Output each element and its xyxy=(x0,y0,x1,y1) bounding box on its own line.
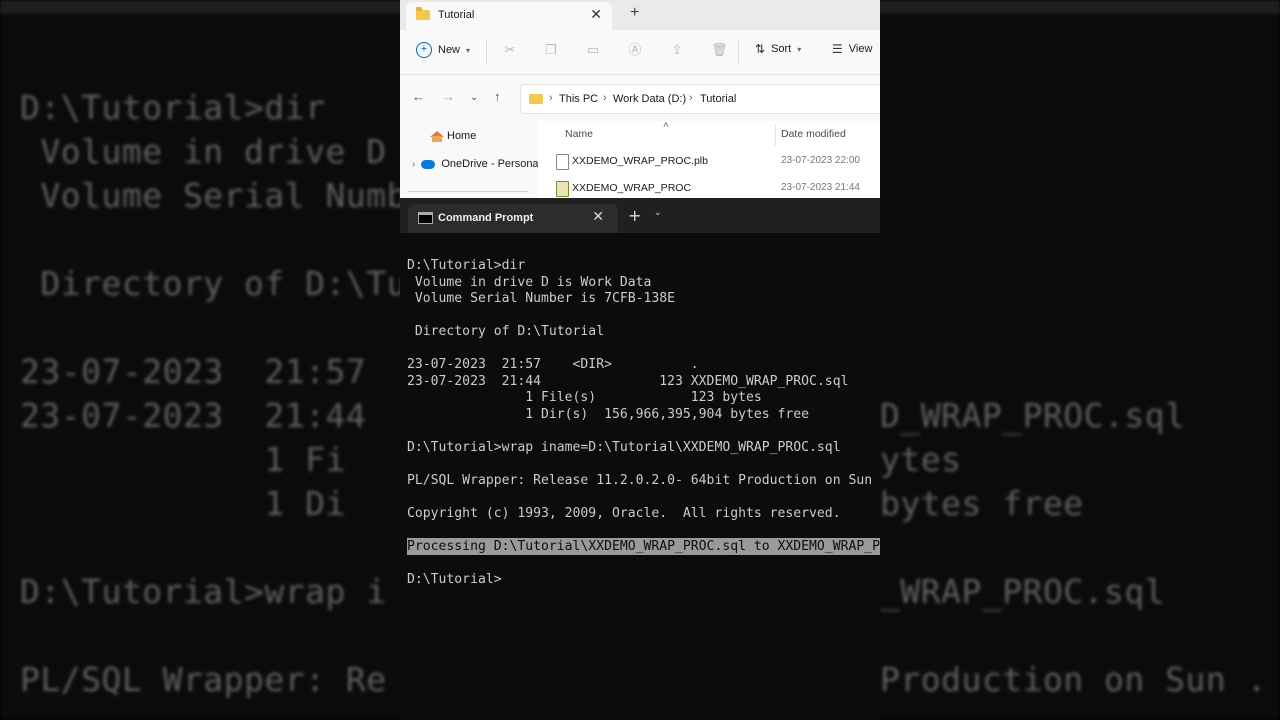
terminal-line: 23-07-2023 21:44 123 XXDEMO_WRAP_PROC.sq… xyxy=(407,374,849,389)
toolbar-divider xyxy=(486,40,487,64)
cut-icon[interactable]: ✂ xyxy=(503,43,517,57)
home-icon xyxy=(430,130,444,142)
explorer-command-bar: + New ▾ ✂ ❐ ▭ Ⓐ ⇪ 🗑 ⇅ Sort ▾ ☰ View xyxy=(400,30,880,75)
bg-line: 23-07-2023 21:44 xyxy=(20,396,367,435)
view-button[interactable]: ☰ View xyxy=(832,42,872,56)
nav-divider xyxy=(408,191,528,192)
terminal-tab-title: Command Prompt xyxy=(438,212,534,224)
column-header-date[interactable]: Date modified xyxy=(781,128,846,140)
terminal-line: Directory of D:\Tutorial xyxy=(407,324,605,339)
navigation-pane: Home › OneDrive - Persona xyxy=(400,121,539,198)
bg-line: 23-07-2023 21:57 xyxy=(20,352,367,391)
column-divider[interactable] xyxy=(775,124,776,146)
file-date: 23-07-2023 22:00 xyxy=(781,155,860,166)
terminal-line: D:\Tutorial>dir xyxy=(407,258,526,273)
nav-item-home[interactable]: Home xyxy=(430,130,476,142)
column-header-name[interactable]: Name xyxy=(565,128,593,140)
sort-icon: ⇅ xyxy=(755,42,766,56)
close-icon[interactable]: ✕ xyxy=(592,209,604,225)
new-tab-button[interactable]: + xyxy=(628,206,641,225)
expand-chevron-icon[interactable]: › xyxy=(412,159,415,170)
bg-line: D:\Tutorial>dir xyxy=(20,88,326,127)
nav-item-label: Home xyxy=(447,130,477,142)
breadcrumb-tutorial[interactable]: Tutorial xyxy=(700,93,736,105)
file-list: ˄ Name Date modified XXDEMO_WRAP_PROC.pl… xyxy=(538,120,880,198)
recent-chevron-icon[interactable]: ⌄ xyxy=(470,92,478,103)
terminal-line-selected: Processing D:\Tutorial\XXDEMO_WRAP_PROC.… xyxy=(407,538,880,555)
bg-line-right: ytes xyxy=(880,440,962,479)
new-tab-button[interactable]: + xyxy=(630,4,639,22)
forward-arrow-icon[interactable]: → xyxy=(442,89,455,104)
bg-line: PL/SQL Wrapper: Re xyxy=(20,660,387,699)
breadcrumb-separator: › xyxy=(689,92,693,104)
file-row[interactable]: XXDEMO_WRAP_PROC 23-07-2023 21:44 xyxy=(538,177,880,198)
foreground-panel: Tutorial ✕ + + New ▾ ✂ ❐ ▭ Ⓐ ⇪ 🗑 ⇅ Sort … xyxy=(400,0,880,720)
sort-button[interactable]: ⇅ Sort ▾ xyxy=(755,42,801,56)
explorer-address-row: ← → ⌄ ↑ › This PC › Work Data (D:) › Tut… xyxy=(400,75,880,121)
nav-item-label: OneDrive - Persona xyxy=(441,158,539,170)
terminal-line: D:\Tutorial>wrap iname=D:\Tutorial\XXDEM… xyxy=(407,440,841,455)
bg-line: Volume in drive D xyxy=(20,132,387,171)
folder-icon xyxy=(529,94,543,104)
file-date: 23-07-2023 21:44 xyxy=(781,182,860,193)
nav-item-onedrive[interactable]: › OneDrive - Persona xyxy=(412,158,539,170)
bg-line: D:\Tutorial>wrap i xyxy=(20,572,387,611)
sort-button-label: Sort xyxy=(771,43,792,55)
paste-icon[interactable]: ▭ xyxy=(586,43,600,57)
new-button[interactable]: + New ▾ xyxy=(416,42,470,58)
terminal-line: Copyright (c) 1993, 2009, Oracle. All ri… xyxy=(407,506,841,521)
breadcrumb-work-data[interactable]: Work Data (D:) xyxy=(613,93,686,105)
sql-file-icon xyxy=(556,181,569,197)
terminal-tab-command-prompt[interactable]: Command Prompt ✕ xyxy=(408,204,618,233)
terminal-line: 1 Dir(s) 156,966,395,904 bytes free xyxy=(407,407,810,422)
bg-line: 1 Di xyxy=(20,484,346,523)
bg-line: Directory of D:\Tu xyxy=(20,264,407,303)
chevron-down-icon: ▾ xyxy=(797,44,802,54)
terminal-line: 1 File(s) 123 bytes xyxy=(407,390,762,405)
terminal-line: PL/SQL Wrapper: Release 11.2.0.2.0- 64bi… xyxy=(407,473,880,488)
bg-line: Volume Serial Numb xyxy=(20,176,407,215)
terminal-line: Volume Serial Number is 7CFB-138E xyxy=(407,291,676,306)
file-explorer-window: Tutorial ✕ + + New ▾ ✂ ❐ ▭ Ⓐ ⇪ 🗑 ⇅ Sort … xyxy=(400,0,880,198)
rename-icon[interactable]: Ⓐ xyxy=(628,43,642,57)
command-prompt-window: Command Prompt ✕ + ⌄ D:\Tutorial>dir Vol… xyxy=(400,198,880,720)
up-arrow-icon[interactable]: ↑ xyxy=(494,89,501,104)
address-bar[interactable]: › This PC › Work Data (D:) › Tutorial xyxy=(520,84,880,114)
view-button-label: View xyxy=(848,43,873,55)
bg-line-right: bytes free xyxy=(880,484,1084,523)
share-icon[interactable]: ⇪ xyxy=(670,43,684,57)
cloud-icon xyxy=(421,159,436,169)
breadcrumb-separator: › xyxy=(549,92,553,104)
terminal-line: Volume in drive D is Work Data xyxy=(407,275,652,290)
folder-icon xyxy=(416,7,430,20)
breadcrumb-separator: › xyxy=(603,92,607,104)
new-button-label: New xyxy=(438,44,461,56)
breadcrumb-this-pc[interactable]: This PC xyxy=(559,93,598,105)
explorer-tab-bar: Tutorial ✕ + xyxy=(400,0,880,30)
bg-line: 1 Fi xyxy=(20,440,346,479)
explorer-tab-title: Tutorial xyxy=(438,9,475,21)
chevron-down-icon: ▾ xyxy=(466,45,471,55)
terminal-icon xyxy=(418,212,433,224)
file-name: XXDEMO_WRAP_PROC xyxy=(572,182,692,194)
bg-line-right: _WRAP_PROC.sql xyxy=(880,572,1166,611)
file-row[interactable]: XXDEMO_WRAP_PROC.plb 23-07-2023 22:00 xyxy=(538,150,880,174)
terminal-tab-bar: Command Prompt ✕ + ⌄ xyxy=(400,198,880,233)
plus-circle-icon: + xyxy=(416,42,432,58)
bg-line-right: Production on Sun . xyxy=(880,660,1267,699)
terminal-line: 23-07-2023 21:57 <DIR> . xyxy=(407,357,699,372)
back-arrow-icon[interactable]: ← xyxy=(412,89,425,104)
terminal-prompt-line: D:\Tutorial> xyxy=(407,572,502,587)
view-icon: ☰ xyxy=(832,42,843,56)
file-name: XXDEMO_WRAP_PROC.plb xyxy=(572,155,708,167)
bg-line-right: D_WRAP_PROC.sql xyxy=(880,396,1186,435)
chevron-down-icon[interactable]: ⌄ xyxy=(654,208,662,218)
delete-icon[interactable]: 🗑 xyxy=(711,43,728,57)
toolbar-divider xyxy=(738,40,739,64)
file-icon xyxy=(556,154,569,170)
copy-icon[interactable]: ❐ xyxy=(544,43,558,57)
sort-caret-icon: ˄ xyxy=(663,120,669,131)
explorer-tab-tutorial[interactable]: Tutorial ✕ xyxy=(406,2,612,30)
close-icon[interactable]: ✕ xyxy=(590,6,602,23)
